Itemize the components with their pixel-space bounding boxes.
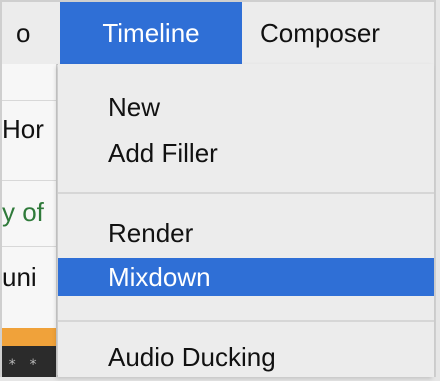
background-toolbar-glyphs: * *: [8, 357, 40, 373]
background-divider: [2, 100, 56, 101]
menu-separator: [58, 192, 434, 194]
background-divider: [2, 246, 56, 247]
menu-bar: o Timeline Composer: [2, 2, 434, 65]
menu-item-mixdown[interactable]: Mixdown: [58, 258, 434, 296]
menu-item-audio-ducking[interactable]: Audio Ducking: [58, 338, 434, 376]
menu-item-render[interactable]: Render: [58, 214, 434, 252]
menubar-item-timeline[interactable]: Timeline: [60, 2, 242, 64]
background-accent-strip: [2, 328, 56, 346]
menu-separator: [58, 320, 434, 322]
menubar-item-partial[interactable]: o: [16, 2, 30, 64]
background-app-panel: Hor y of uni * *: [2, 64, 57, 377]
background-text-row: uni: [2, 262, 37, 292]
menu-item-add-filler[interactable]: Add Filler: [58, 134, 434, 172]
timeline-dropdown-menu: New Add Filler Render Mixdown Audio Duck…: [58, 64, 434, 377]
menubar-item-composer[interactable]: Composer: [260, 2, 380, 64]
background-divider: [2, 180, 56, 181]
menu-item-new[interactable]: New: [58, 88, 434, 126]
background-link-row: y of: [2, 197, 44, 227]
background-text-row: Hor: [2, 114, 44, 144]
background-toolbar: * *: [2, 328, 56, 377]
